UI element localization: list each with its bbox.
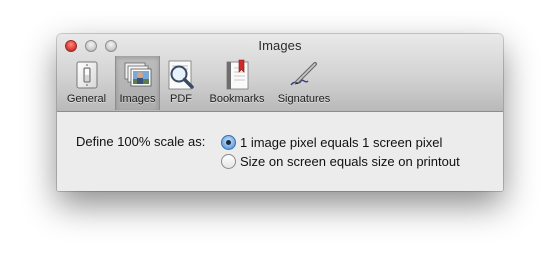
tab-signatures-label: Signatures — [277, 93, 331, 105]
tab-pdf[interactable]: PDF — [163, 56, 199, 110]
window-title: Images — [258, 38, 302, 53]
pdf-magnifier-icon — [168, 60, 194, 90]
radio-button-unselected[interactable] — [221, 153, 236, 169]
tab-signatures[interactable]: Signatures — [275, 56, 333, 110]
photos-icon — [124, 62, 151, 87]
tab-pdf-label: PDF — [170, 93, 192, 105]
light-switch-icon — [76, 61, 97, 89]
tab-images-label: Images — [119, 93, 156, 105]
radio-button-selected[interactable] — [221, 134, 236, 150]
tab-general-label: General — [66, 93, 107, 105]
tab-general[interactable]: General — [65, 56, 108, 110]
tab-bookmarks-label: Bookmarks — [209, 93, 265, 105]
radio-option-print-size[interactable]: Size on screen equals size on printout — [221, 152, 460, 170]
preferences-window: Images General Images PDF Bookmarks Sign… — [57, 34, 503, 191]
radio-option-image-pixel[interactable]: 1 image pixel equals 1 screen pixel — [221, 133, 442, 151]
toolbar: Images General Images PDF Bookmarks Sign… — [57, 34, 503, 112]
pen-signature-icon — [290, 62, 317, 86]
radio-option-image-pixel-label: 1 image pixel equals 1 screen pixel — [240, 134, 443, 150]
radio-option-print-size-label: Size on screen equals size on printout — [240, 153, 460, 169]
tab-bookmarks[interactable]: Bookmarks — [205, 56, 269, 110]
scale-label: Define 100% scale as: — [76, 134, 206, 149]
tab-images[interactable]: Images — [115, 56, 160, 110]
images-preferences-pane: Define 100% scale as: 1 image pixel equa… — [57, 112, 503, 191]
bookmark-book-icon — [226, 59, 249, 90]
